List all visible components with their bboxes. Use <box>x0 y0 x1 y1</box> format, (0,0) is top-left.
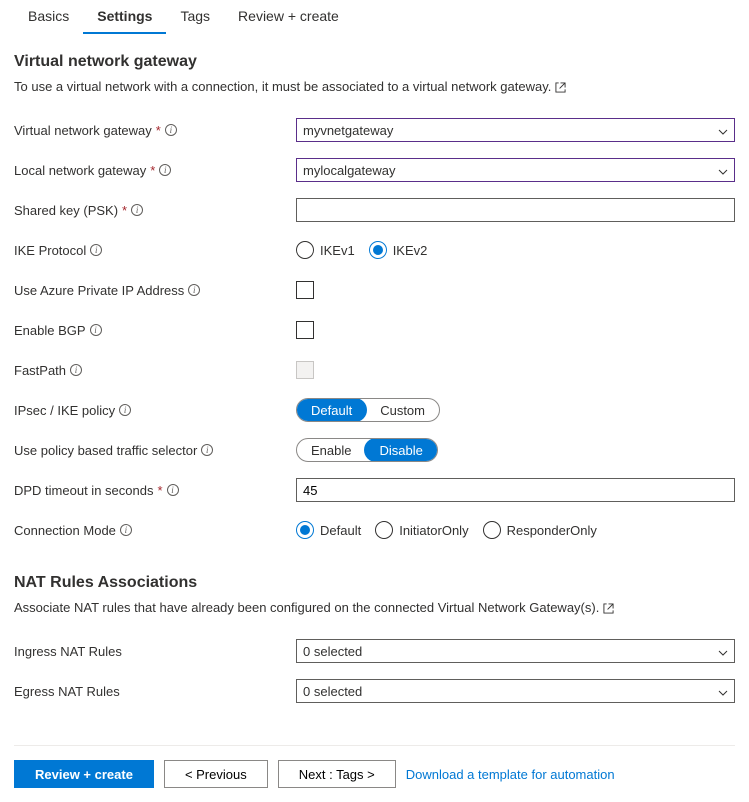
external-link-icon <box>603 603 614 614</box>
radio-icon <box>296 521 314 539</box>
tab-bar: Basics Settings Tags Review + create <box>14 0 735 35</box>
label-egress: Egress NAT Rules <box>14 684 296 699</box>
chevron-down-icon <box>718 686 728 696</box>
connmode-responder-radio[interactable]: ResponderOnly <box>483 521 597 539</box>
radio-icon <box>375 521 393 539</box>
radio-icon <box>483 521 501 539</box>
info-icon[interactable] <box>167 484 179 496</box>
pbts-disable-option[interactable]: Disable <box>364 438 437 462</box>
virtual-network-gateway-select[interactable]: myvnetgateway <box>296 118 735 142</box>
section-title-nat: NAT Rules Associations <box>14 574 735 592</box>
info-icon[interactable] <box>70 364 82 376</box>
section-desc-vng: To use a virtual network with a connecti… <box>14 79 735 94</box>
ingress-nat-select[interactable]: 0 selected <box>296 639 735 663</box>
tab-basics[interactable]: Basics <box>14 0 83 34</box>
learn-more-link[interactable] <box>603 600 614 615</box>
chevron-down-icon <box>718 165 728 175</box>
previous-button[interactable]: < Previous <box>164 760 268 788</box>
download-template-link[interactable]: Download a template for automation <box>406 767 615 782</box>
radio-icon <box>369 241 387 259</box>
ikev2-radio[interactable]: IKEv2 <box>369 241 428 259</box>
label-pbts: Use policy based traffic selector <box>14 443 296 458</box>
next-button[interactable]: Next : Tags > <box>278 760 396 788</box>
connmode-default-radio[interactable]: Default <box>296 521 361 539</box>
chevron-down-icon <box>718 125 728 135</box>
ipsec-default-option[interactable]: Default <box>296 398 367 422</box>
shared-key-input[interactable] <box>296 198 735 222</box>
ipsec-custom-option[interactable]: Custom <box>366 399 439 421</box>
info-icon[interactable] <box>165 124 177 136</box>
label-psk: Shared key (PSK)* <box>14 203 296 218</box>
pbts-enable-option[interactable]: Enable <box>297 439 365 461</box>
tab-review-create[interactable]: Review + create <box>224 0 353 34</box>
section-desc-text: Associate NAT rules that have already be… <box>14 600 599 615</box>
label-private-ip: Use Azure Private IP Address <box>14 283 296 298</box>
info-icon[interactable] <box>120 524 132 536</box>
label-ingress: Ingress NAT Rules <box>14 644 296 659</box>
info-icon[interactable] <box>188 284 200 296</box>
ipsec-policy-toggle[interactable]: Default Custom <box>296 398 440 422</box>
private-ip-checkbox[interactable] <box>296 281 314 299</box>
label-ike: IKE Protocol <box>14 243 296 258</box>
external-link-icon <box>555 82 566 93</box>
section-desc-nat: Associate NAT rules that have already be… <box>14 600 735 615</box>
section-desc-text: To use a virtual network with a connecti… <box>14 79 551 94</box>
ikev1-radio[interactable]: IKEv1 <box>296 241 355 259</box>
info-icon[interactable] <box>131 204 143 216</box>
info-icon[interactable] <box>119 404 131 416</box>
radio-icon <box>296 241 314 259</box>
label-bgp: Enable BGP <box>14 323 296 338</box>
info-icon[interactable] <box>90 324 102 336</box>
label-vng: Virtual network gateway* <box>14 123 296 138</box>
label-fastpath: FastPath <box>14 363 296 378</box>
label-ipsec: IPsec / IKE policy <box>14 403 296 418</box>
chevron-down-icon <box>718 646 728 656</box>
tab-settings[interactable]: Settings <box>83 0 166 34</box>
label-dpd: DPD timeout in seconds* <box>14 483 296 498</box>
label-connection-mode: Connection Mode <box>14 523 296 538</box>
review-create-button[interactable]: Review + create <box>14 760 154 788</box>
info-icon[interactable] <box>90 244 102 256</box>
fastpath-checkbox <box>296 361 314 379</box>
bgp-checkbox[interactable] <box>296 321 314 339</box>
learn-more-link[interactable] <box>555 79 566 94</box>
info-icon[interactable] <box>159 164 171 176</box>
label-lng: Local network gateway* <box>14 163 296 178</box>
info-icon[interactable] <box>201 444 213 456</box>
connmode-initiator-radio[interactable]: InitiatorOnly <box>375 521 468 539</box>
local-network-gateway-select[interactable]: mylocalgateway <box>296 158 735 182</box>
wizard-footer: Review + create < Previous Next : Tags >… <box>14 745 735 788</box>
tab-tags[interactable]: Tags <box>166 0 224 34</box>
egress-nat-select[interactable]: 0 selected <box>296 679 735 703</box>
section-title-vng: Virtual network gateway <box>14 53 735 71</box>
pbts-toggle[interactable]: Enable Disable <box>296 438 438 462</box>
dpd-timeout-input[interactable] <box>296 478 735 502</box>
